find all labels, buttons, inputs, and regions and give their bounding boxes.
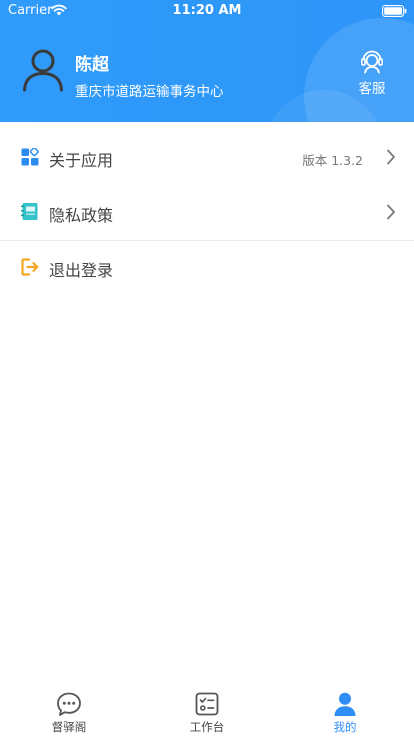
tab-workbench[interactable]: 工作台 (138, 686, 276, 736)
tab-label: 督驿阁 (51, 720, 87, 734)
customer-service-button[interactable]: 客服 (352, 48, 392, 98)
notebook-icon (21, 203, 38, 220)
chevron-right-icon (387, 204, 395, 220)
tab-label: 工作台 (189, 720, 225, 734)
tab-mine[interactable]: 我的 (276, 686, 414, 736)
status-bar: Carrier 11:20 AM (0, 0, 414, 22)
user-name: 陈超 (75, 55, 109, 75)
user-organization: 重庆市道路运输事务中心 (75, 84, 224, 100)
menu-item-label: 隐私政策 (49, 206, 114, 225)
app-version: 版本 1.3.2 (302, 153, 363, 168)
chevron-right-icon (387, 149, 395, 165)
menu-item-label: 关于应用 (49, 151, 114, 170)
checklist-icon (195, 692, 219, 716)
profile-header: Carrier 11:20 AM 陈超 重庆市道路运输事务中心 客服 (0, 0, 414, 122)
tab-duyige[interactable]: 督驿阁 (0, 686, 138, 736)
user-avatar-icon[interactable] (22, 48, 64, 92)
headset-icon (360, 50, 384, 74)
menu-item-logout[interactable]: 退出登录 (0, 240, 414, 295)
person-icon (334, 692, 356, 716)
tab-label: 我的 (333, 720, 357, 734)
mine-screen: Carrier 11:20 AM 陈超 重庆市道路运输事务中心 客服 关于应用 … (0, 0, 414, 736)
menu-item-privacy-policy[interactable]: 隐私政策 (0, 185, 414, 240)
battery-icon (382, 5, 407, 17)
menu-item-about-app[interactable]: 关于应用 版本 1.3.2 (0, 130, 414, 185)
logout-icon (21, 258, 39, 276)
clock: 11:20 AM (172, 3, 242, 18)
customer-service-label: 客服 (358, 81, 386, 97)
apps-grid-icon (21, 148, 39, 166)
bottom-tab-bar: 督驿阁 工作台 我的 (0, 686, 414, 736)
settings-menu: 关于应用 版本 1.3.2 隐私政策 退出登录 (0, 130, 414, 295)
menu-item-label: 退出登录 (49, 261, 114, 280)
chat-bubble-icon (57, 692, 81, 716)
